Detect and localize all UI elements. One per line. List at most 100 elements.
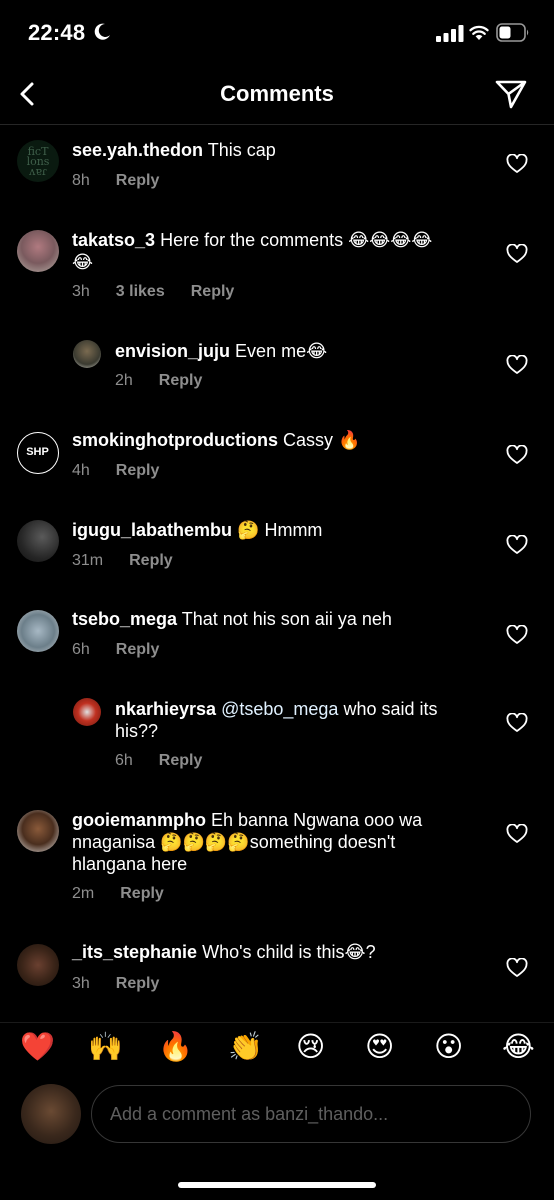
comment-text-continued: his?? (115, 721, 159, 741)
comment-meta: 4h Reply (72, 462, 185, 480)
user-avatar[interactable] (73, 698, 101, 726)
comment-item: igugu_labathembu 🤔 Hmmm 31m Reply (0, 502, 554, 582)
emoji-fire-button[interactable]: 🔥 (158, 1029, 193, 1065)
like-heart-icon[interactable] (506, 824, 528, 844)
status-time: 22:48 (28, 20, 86, 45)
user-avatar[interactable] (17, 944, 59, 986)
comment-meta: 8h Reply (72, 172, 185, 190)
user-avatar[interactable] (17, 230, 59, 272)
like-heart-icon[interactable] (506, 535, 528, 555)
comment-time: 6h (115, 752, 133, 769)
comment-item: tsebo_mega That not his son aii ya neh 6… (0, 592, 554, 672)
comment-time: 31m (72, 552, 104, 569)
comment-meta: 3h 3 likes Reply (72, 283, 260, 301)
comment-meta: 31m Reply (72, 552, 199, 570)
reply-button[interactable]: Reply (116, 172, 160, 189)
emoji-clapping-button[interactable]: 👏 (228, 1029, 263, 1065)
wifi-icon (469, 25, 489, 40)
comment-username[interactable]: envision_juju (115, 341, 230, 361)
comment-text-continued: nnaganisa 🤔🤔🤔🤔something doesn't (72, 832, 396, 852)
send-paper-plane-icon[interactable] (494, 78, 528, 110)
reply-button[interactable]: Reply (116, 462, 160, 479)
user-avatar[interactable] (17, 810, 59, 852)
comment-username[interactable]: igugu_labathembu (72, 520, 232, 540)
comment-username[interactable]: nkarhieyrsa (115, 699, 216, 719)
reply-button[interactable]: Reply (191, 283, 235, 300)
mention-link[interactable]: @tsebo_mega (221, 699, 338, 719)
comment-item: gooiemanmpho Eh banna Ngwana ooo wa nnag… (0, 796, 554, 916)
current-user-avatar (21, 1084, 81, 1144)
like-heart-icon[interactable] (506, 625, 528, 645)
comment-meta: 2h Reply (115, 372, 228, 390)
comment-input[interactable] (91, 1085, 531, 1143)
comment-username[interactable]: smokinghotproductions (72, 430, 278, 450)
comment-time: 6h (72, 641, 90, 658)
comment-composer (0, 1078, 554, 1150)
comment-time: 4h (72, 462, 90, 479)
comment-meta: 6h Reply (115, 752, 228, 770)
reply-button[interactable]: Reply (116, 975, 160, 992)
comment-text: who said its (343, 699, 438, 719)
like-count[interactable]: 3 likes (116, 283, 165, 300)
reply-button[interactable]: Reply (120, 885, 164, 902)
emoji-crying-button[interactable]: 😢 (296, 1029, 325, 1065)
like-heart-icon[interactable] (506, 958, 528, 978)
user-avatar[interactable] (17, 610, 59, 652)
comment-text: 🤔 Hmmm (237, 520, 323, 540)
battery-icon (496, 23, 529, 42)
like-heart-icon[interactable] (506, 355, 528, 375)
reply-button[interactable]: Reply (116, 641, 160, 658)
like-heart-icon[interactable] (506, 445, 528, 465)
comment-time: 3h (72, 975, 90, 992)
comment-username[interactable]: _its_stephanie (72, 942, 197, 962)
reply-comment-item: envision_juju Even me😂 2h Reply (0, 330, 554, 400)
emoji-surprised-button[interactable]: 😮 (434, 1029, 463, 1065)
like-heart-icon[interactable] (506, 154, 528, 174)
page-title: Comments (220, 81, 334, 106)
comment-text: Here for the comments 😂😂😂😂 (160, 230, 433, 250)
user-avatar[interactable]: SHP (17, 432, 59, 474)
emoji-heart-button[interactable]: ❤️ (20, 1029, 55, 1065)
comment-text: Who's child is this😂? (202, 942, 376, 962)
emoji-heart-eyes-button[interactable]: 😍 (365, 1029, 394, 1065)
comment-text: This cap (207, 140, 276, 160)
comment-text-continued: hlangana here (72, 854, 188, 874)
comment-username[interactable]: takatso_3 (72, 230, 155, 250)
comment-meta: 3h Reply (72, 975, 185, 993)
reply-button[interactable]: Reply (129, 552, 173, 569)
comment-time: 2h (115, 372, 133, 389)
comment-item: takatso_3 Here for the comments 😂😂😂😂 😂 3… (0, 216, 554, 316)
emoji-raised-hands-button[interactable]: 🙌 (88, 1029, 123, 1065)
comment-username[interactable]: see.yah.thedon (72, 140, 203, 160)
user-avatar[interactable]: ficT lons ʌɐɾ (17, 140, 59, 182)
comment-text-continued: 😂 (72, 252, 94, 272)
comment-item: _its_stephanie Who's child is this😂? 3h R… (0, 928, 554, 1008)
comment-item: ficT lons ʌɐɾ see.yah.thedon This cap 8h Re… (0, 124, 554, 202)
reply-button[interactable]: Reply (159, 752, 203, 769)
comment-username[interactable]: gooiemanmpho (72, 810, 206, 830)
comment-text: Even me😂 (235, 341, 328, 361)
comments-header: Comments (0, 66, 554, 125)
emoji-laughing-button[interactable]: 😂 (502, 1029, 535, 1065)
comment-meta: 2m Reply (72, 885, 190, 903)
comment-item: SHP smokinghotproductions Cassy 🔥 4h Repl… (0, 412, 554, 492)
comment-time: 2m (72, 885, 95, 902)
avatar-logo-text: SHP (26, 446, 49, 458)
reply-button[interactable]: Reply (159, 372, 203, 389)
cellular-signal-icon (436, 25, 464, 42)
reply-comment-item: nkarhieyrsa @tsebo_mega who said its his… (0, 684, 554, 784)
comment-meta: 6h Reply (72, 641, 185, 659)
comment-text: Eh banna Ngwana ooo wa (211, 810, 423, 830)
quick-emoji-bar: ❤️ 🙌 🔥 👏 😢 😍 😮 😂 (0, 1022, 554, 1071)
status-bar: 22:48 (0, 0, 554, 66)
comment-text: Cassy 🔥 (283, 430, 361, 450)
comment-time: 8h (72, 172, 90, 189)
comment-text: That not his son aii ya neh (181, 609, 392, 629)
moon-icon (94, 23, 110, 40)
like-heart-icon[interactable] (506, 244, 528, 264)
user-avatar[interactable] (73, 340, 101, 368)
home-indicator[interactable] (178, 1182, 376, 1188)
like-heart-icon[interactable] (506, 713, 528, 733)
user-avatar[interactable] (17, 520, 59, 562)
comment-username[interactable]: tsebo_mega (72, 609, 177, 629)
